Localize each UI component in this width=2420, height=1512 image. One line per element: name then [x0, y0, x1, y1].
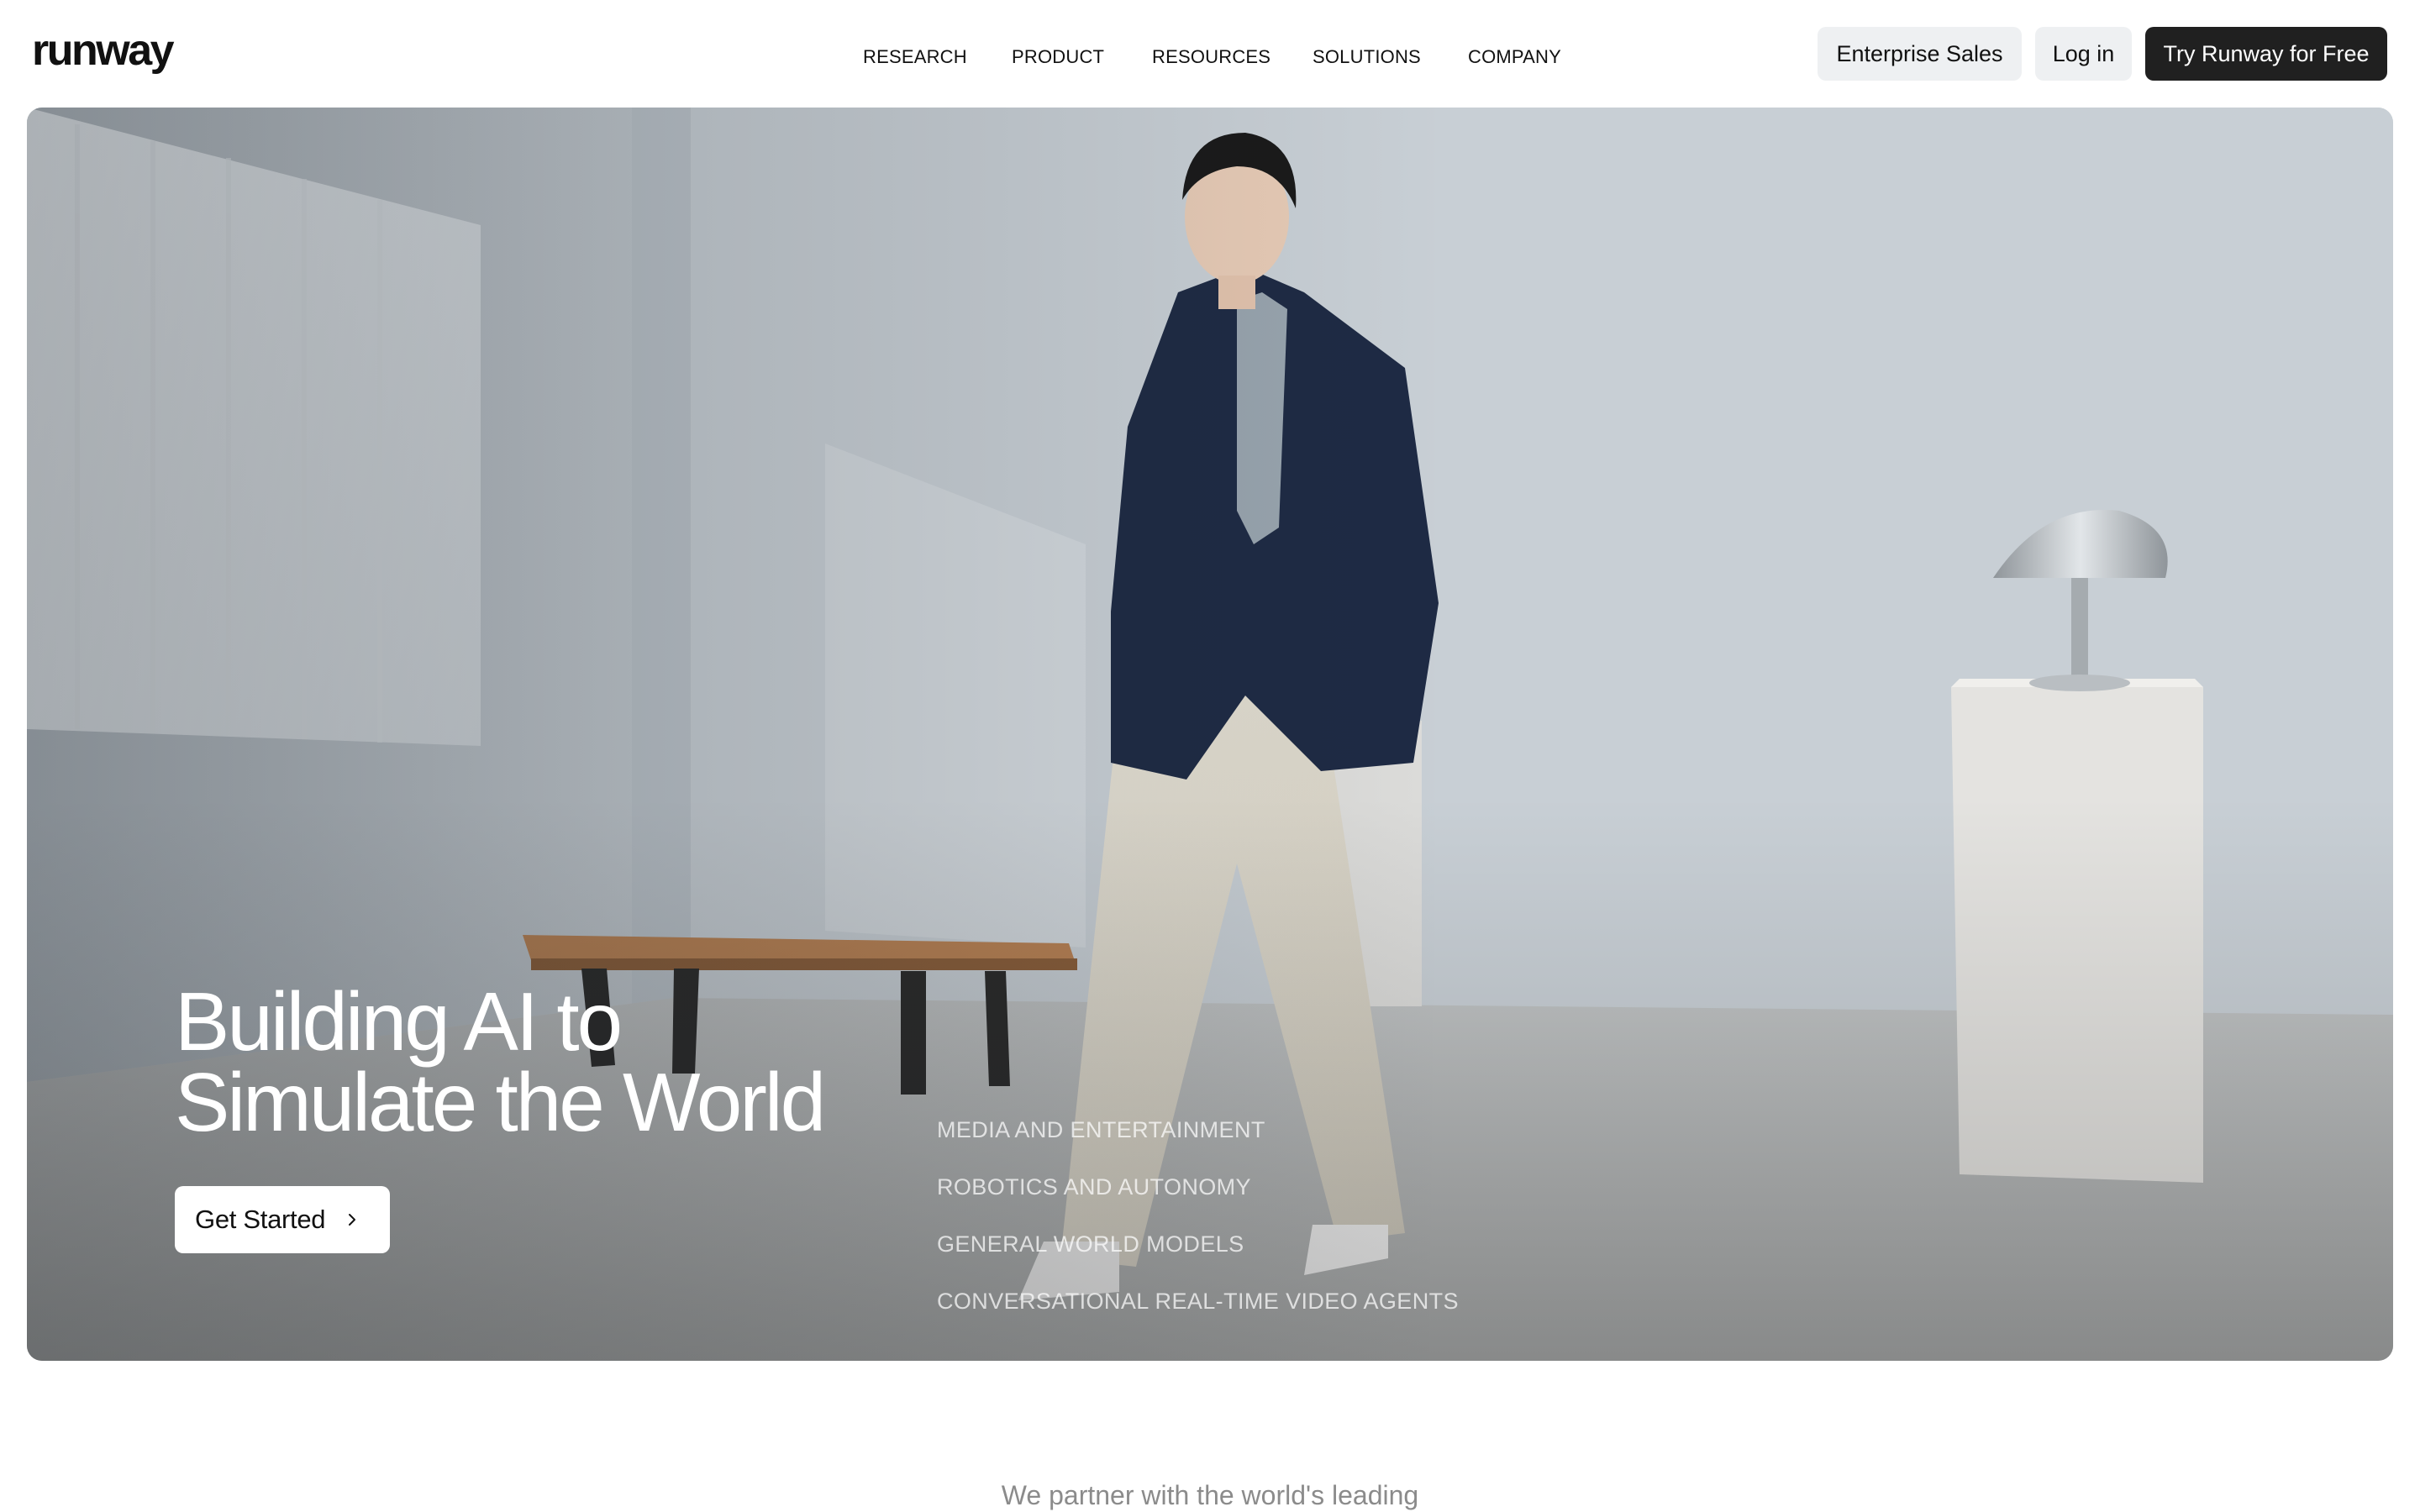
topic-video-agents[interactable]: CONVERSATIONAL REAL-TIME VIDEO AGENTS	[937, 1287, 1459, 1315]
nav-research[interactable]: RESEARCH	[863, 44, 967, 71]
get-started-label: Get Started	[195, 1205, 326, 1234]
topic-media-entertainment[interactable]: MEDIA AND ENTERTAINMENT	[937, 1116, 1265, 1144]
topic-general-world-models[interactable]: GENERAL WORLD MODELS	[937, 1230, 1244, 1258]
nav-solutions[interactable]: SOLUTIONS	[1313, 44, 1421, 71]
site-header: runway RESEARCH PRODUCT RESOURCES SOLUTI…	[0, 0, 2420, 108]
get-started-button[interactable]: Get Started	[175, 1186, 390, 1253]
topic-robotics-autonomy[interactable]: ROBOTICS AND AUTONOMY	[937, 1173, 1251, 1201]
enterprise-sales-button[interactable]: Enterprise Sales	[1818, 27, 2022, 81]
try-free-button[interactable]: Try Runway for Free	[2145, 27, 2387, 81]
login-button[interactable]: Log in	[2035, 27, 2132, 81]
nav-company[interactable]: COMPANY	[1468, 44, 1561, 71]
hero-title-line-2: Simulate the World	[175, 1056, 826, 1148]
nav-product[interactable]: PRODUCT	[1012, 44, 1104, 71]
partners-intro: We partner with the world's leading	[1001, 1480, 1419, 1510]
hero-title-line-1: Building AI to	[175, 975, 623, 1068]
hero-title: Building AI to Simulate the World	[175, 975, 1015, 1148]
nav-resources[interactable]: RESOURCES	[1152, 44, 1270, 71]
runway-logo[interactable]: runway	[32, 25, 175, 76]
hero-video: Building AI to Simulate the World Get St…	[27, 108, 2393, 1361]
chevron-right-icon	[349, 1214, 356, 1226]
